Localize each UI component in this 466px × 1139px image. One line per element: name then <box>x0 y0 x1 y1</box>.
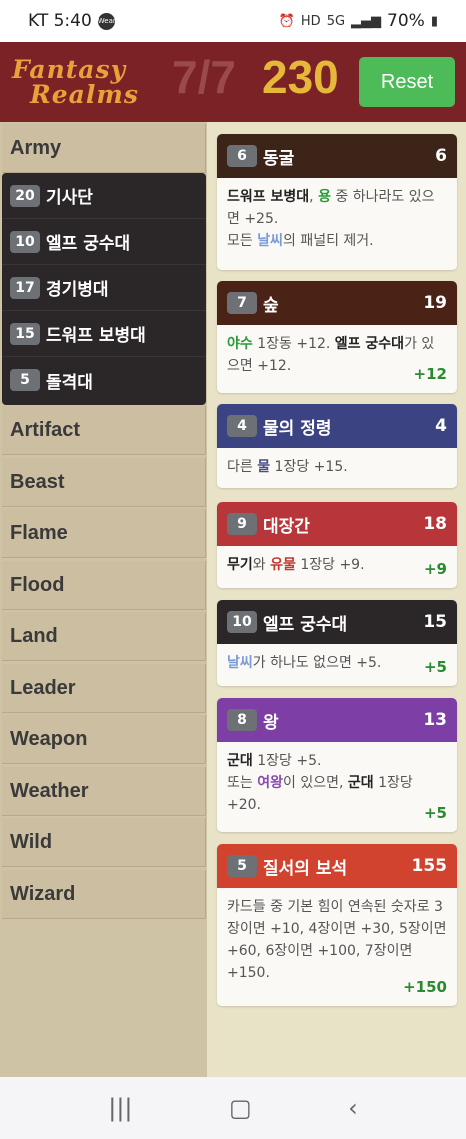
card-header: 10 엘프 궁수대 15 <box>217 600 457 644</box>
card-points: 6 <box>435 146 447 166</box>
card-description: 야수 1장동 +12. 엘프 궁수대가 있으면 +12. +12 <box>217 325 457 393</box>
card-header: 5 질서의 보석 155 <box>217 844 457 888</box>
category-flame[interactable]: Flame <box>2 509 206 558</box>
hand-card[interactable]: 5 질서의 보석 155 카드들 중 기본 힘이 연속된 숫자로 3장이면 +1… <box>217 844 457 1006</box>
hd-icon: HD <box>300 13 321 29</box>
category-leader[interactable]: Leader <box>2 664 206 713</box>
back-icon[interactable]: ‹ <box>348 1094 358 1122</box>
category-artifact[interactable]: Artifact <box>2 406 206 455</box>
card-description: 카드들 중 기본 힘이 연속된 숫자로 3장이면 +10, 4장이면 +30, … <box>217 888 457 1006</box>
category-army[interactable]: Army <box>2 124 206 173</box>
hand-card[interactable]: 7 숲 19 야수 1장동 +12. 엘프 궁수대가 있으면 +12. +12 <box>217 281 457 393</box>
card-name: 드워프 보병대 <box>46 326 146 346</box>
card-option[interactable]: 5 돌격대 <box>2 357 206 403</box>
card-option[interactable]: 10 엘프 궁수대 <box>2 219 206 265</box>
card-points: 155 <box>411 856 448 876</box>
card-number: 20 <box>10 184 40 207</box>
battery-icon: ▮ <box>430 13 438 29</box>
home-icon[interactable]: ▢ <box>229 1094 252 1122</box>
card-number: 5 <box>227 855 257 877</box>
card-header: 4 물의 정령 4 <box>217 404 457 448</box>
hand-card[interactable]: 9 대장간 18 무기와 유물 1장당 +9. +9 <box>217 502 457 588</box>
card-points: 18 <box>423 514 447 534</box>
total-score: 230 <box>262 51 339 103</box>
android-nav-bar: ||| ▢ ‹ <box>0 1077 466 1139</box>
hand-count: 7/7 <box>172 51 236 103</box>
card-option[interactable]: 15 드워프 보병대 <box>2 311 206 357</box>
card-option[interactable]: 20 기사단 <box>2 173 206 219</box>
card-option[interactable]: 17 경기병대 <box>2 265 206 311</box>
status-time: KT 5:40 <box>28 11 92 31</box>
card-number: 7 <box>227 292 257 314</box>
card-name: 엘프 궁수대 <box>46 234 131 254</box>
card-name: 경기병대 <box>46 280 109 300</box>
app-header: Fantasy Realms 7/7 230 Reset <box>0 42 466 122</box>
category-wild[interactable]: Wild <box>2 818 206 867</box>
hand-card[interactable]: 6 동굴 6 드워프 보병대, 용 중 하나라도 있으면 +25. 모든 날씨의… <box>217 134 457 270</box>
card-description: 다른 물 1장당 +15. <box>217 448 457 488</box>
reset-button[interactable]: Reset <box>359 57 455 107</box>
card-title: 숲 <box>263 295 279 316</box>
card-points: 13 <box>423 710 447 730</box>
hand-panel: 6 동굴 6 드워프 보병대, 용 중 하나라도 있으면 +25. 모든 날씨의… <box>207 122 466 1077</box>
recent-apps-icon[interactable]: ||| <box>108 1094 132 1122</box>
card-title: 엘프 궁수대 <box>263 614 348 635</box>
bonus-value: +5 <box>423 804 447 822</box>
card-header: 8 왕 13 <box>217 698 457 742</box>
card-header: 9 대장간 18 <box>217 502 457 546</box>
bonus-value: +5 <box>423 658 447 676</box>
card-number: 6 <box>227 145 257 167</box>
card-number: 4 <box>227 415 257 437</box>
network-5g-icon: 5G <box>326 13 346 29</box>
card-name: 기사단 <box>46 188 93 208</box>
card-points: 19 <box>423 293 447 313</box>
category-weather[interactable]: Weather <box>2 767 206 816</box>
status-bar: KT 5:40 Wear ⏰ HD 5G ▂▄▆ 70% ▮ <box>0 0 466 42</box>
card-title: 대장간 <box>263 516 310 537</box>
bonus-value: +150 <box>403 978 447 996</box>
wear-icon: Wear <box>97 12 116 30</box>
card-number: 10 <box>10 230 40 253</box>
hand-card[interactable]: 10 엘프 궁수대 15 날씨가 하나도 없으면 +5. +5 <box>217 600 457 686</box>
card-title: 질서의 보석 <box>263 858 348 879</box>
category-sidebar: Army 20 기사단 10 엘프 궁수대 17 경기병대 15 드워프 보병대… <box>0 122 207 1077</box>
army-card-list: 20 기사단 10 엘프 궁수대 17 경기병대 15 드워프 보병대 5 돌격… <box>2 173 206 405</box>
card-title: 왕 <box>263 712 279 733</box>
card-description: 드워프 보병대, 용 중 하나라도 있으면 +25. 모든 날씨의 패널티 제거… <box>217 178 457 270</box>
hand-card[interactable]: 4 물의 정령 4 다른 물 1장당 +15. <box>217 404 457 488</box>
card-number: 17 <box>10 276 40 299</box>
category-weapon[interactable]: Weapon <box>2 715 206 764</box>
card-header: 6 동굴 6 <box>217 134 457 178</box>
card-points: 15 <box>423 612 447 632</box>
card-title: 물의 정령 <box>263 418 332 439</box>
card-name: 돌격대 <box>46 372 93 393</box>
card-description: 무기와 유물 1장당 +9. +9 <box>217 546 457 588</box>
card-number: 15 <box>10 322 40 345</box>
card-description: 군대 1장당 +5. 또는 여왕이 있으면, 군대 1장당 +20. +5 <box>217 742 457 832</box>
category-land[interactable]: Land <box>2 612 206 661</box>
card-number: 10 <box>227 611 257 633</box>
signal-icon: ▂▄▆ <box>351 13 382 29</box>
card-number: 8 <box>227 709 257 731</box>
bonus-value: +12 <box>413 365 447 383</box>
alarm-icon: ⏰ <box>278 13 295 29</box>
bonus-value: +9 <box>423 560 447 578</box>
battery-percent: 70% <box>387 11 425 31</box>
card-title: 동굴 <box>263 148 295 169</box>
card-points: 4 <box>435 416 447 436</box>
card-number: 5 <box>10 369 40 391</box>
card-header: 7 숲 19 <box>217 281 457 325</box>
card-number: 9 <box>227 513 257 535</box>
fantasy-realms-logo: Fantasy Realms <box>12 55 139 109</box>
category-beast[interactable]: Beast <box>2 458 206 507</box>
category-flood[interactable]: Flood <box>2 561 206 610</box>
card-description: 날씨가 하나도 없으면 +5. +5 <box>217 644 457 686</box>
category-wizard[interactable]: Wizard <box>2 870 206 919</box>
hand-card[interactable]: 8 왕 13 군대 1장당 +5. 또는 여왕이 있으면, 군대 1장당 +20… <box>217 698 457 832</box>
